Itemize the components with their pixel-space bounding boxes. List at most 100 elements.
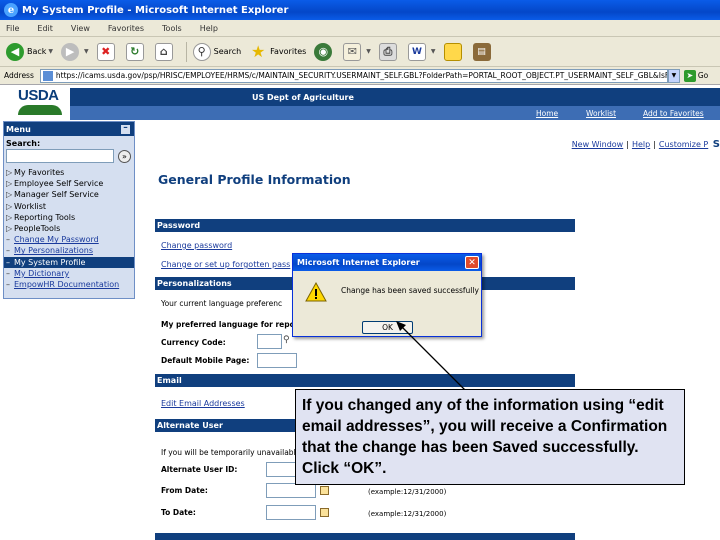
alternate-user-note: If you will be temporarily unavailable, — [161, 448, 303, 457]
go-label: Go — [697, 71, 709, 80]
expand-icon: ▷ — [6, 224, 13, 234]
menu-item-my-dictionary[interactable]: – My Dictionary — [4, 268, 134, 279]
collapse-icon[interactable]: – — [121, 123, 130, 134]
menu-item-label: Employee Self Service — [14, 179, 104, 189]
home-button[interactable]: ⌂ — [154, 42, 176, 61]
preferred-language-label: My preferred language for repo — [161, 320, 295, 329]
print-button[interactable]: ⎙ — [378, 42, 400, 61]
usda-logo: USDA — [18, 88, 62, 118]
menu-bar: File Edit View Favorites Tools Help — [0, 20, 720, 37]
dash-icon: – — [6, 268, 10, 278]
dialog-message: Change has been saved successfully — [341, 286, 479, 295]
email-section-header: Email — [155, 374, 575, 387]
worklist-link[interactable]: Worklist — [586, 109, 616, 118]
mobile-page-input[interactable] — [257, 353, 297, 368]
to-date-label: To Date: — [161, 508, 196, 517]
dash-icon: – — [6, 257, 10, 267]
new-window-link[interactable]: New Window — [572, 140, 624, 149]
dialog-title-bar: Microsoft Internet Explorer ✕ — [293, 254, 481, 271]
chevron-down-icon: ▼ — [48, 48, 54, 55]
change-password-link[interactable]: Change password — [161, 241, 232, 250]
mobile-page-label: Default Mobile Page: — [161, 356, 250, 365]
expand-icon: ▷ — [6, 168, 13, 177]
menu-item-empowhr-documentation[interactable]: – EmpowHR Documentation — [4, 279, 134, 290]
menu-item-label: My Dictionary — [14, 268, 70, 278]
ok-button[interactable]: OK — [362, 321, 413, 334]
calendar-icon[interactable] — [320, 486, 329, 495]
menu-item-my-system-profile[interactable]: – My System Profile — [4, 256, 134, 268]
edit-email-addresses-link[interactable]: Edit Email Addresses — [161, 399, 245, 408]
forward-button[interactable]: ▶ ▼ — [61, 42, 89, 61]
menu-view[interactable]: View — [71, 24, 90, 33]
forgotten-password-link[interactable]: Change or set up forgotten pass — [161, 260, 290, 269]
menu-item-my-personalizations[interactable]: – My Personalizations — [4, 245, 134, 256]
from-date-label: From Date: — [161, 486, 208, 495]
favorites-label: Favorites — [270, 47, 307, 56]
top-nav: New Window | Help | Customize P S — [572, 139, 720, 150]
menu-item-my-favorites[interactable]: ▷ My Favorites — [4, 167, 134, 178]
search-icon: ⚲ — [192, 42, 211, 61]
menu-item-reporting-tools[interactable]: ▷ Reporting Tools — [4, 212, 134, 223]
search-go-icon[interactable]: » — [118, 149, 131, 163]
edit-button[interactable]: W ▼ — [407, 42, 436, 61]
menu-tools[interactable]: Tools — [162, 24, 182, 33]
section-header-partial — [155, 533, 575, 540]
menu-item-manager-self-service[interactable]: ▷ Manager Self Service — [4, 189, 134, 200]
dash-icon: – — [6, 246, 10, 256]
from-date-input[interactable] — [266, 483, 316, 498]
header-links-band: Home Worklist Add to Favorites — [70, 106, 720, 120]
menu-help[interactable]: Help — [200, 24, 218, 33]
word-icon: W — [407, 42, 426, 61]
calendar-icon[interactable] — [320, 508, 329, 517]
menu-search: » — [6, 149, 134, 163]
currency-code-input[interactable] — [257, 334, 282, 349]
back-button[interactable]: ◀ Back ▼ — [6, 42, 54, 61]
home-link[interactable]: Home — [536, 109, 558, 118]
url-field[interactable]: https://icams.usda.gov/psp/HRISC/EMPLOYE… — [39, 68, 668, 83]
menu-edit[interactable]: Edit — [37, 24, 53, 33]
warning-icon — [305, 282, 327, 302]
menu-item-label: My Personalizations — [14, 246, 94, 256]
search-button[interactable]: ⚲ Search — [192, 42, 242, 61]
expand-icon: ▷ — [6, 190, 13, 200]
stop-icon: ✖ — [96, 42, 115, 61]
discuss-button[interactable] — [443, 42, 465, 61]
menu-favorites[interactable]: Favorites — [108, 24, 144, 33]
go-button[interactable]: ➤ Go — [683, 69, 709, 82]
mail-button[interactable]: ✉ ▼ — [343, 42, 371, 61]
to-date-input[interactable] — [266, 505, 316, 520]
menu-item-change-my-password[interactable]: – Change My Password — [4, 234, 134, 245]
help-link[interactable]: Help — [632, 140, 650, 149]
menu-item-worklist[interactable]: ▷ Worklist — [4, 201, 134, 212]
ie-logo-icon: e — [4, 3, 18, 17]
page-title: General Profile Information — [158, 172, 351, 187]
chevron-down-icon: ▼ — [430, 48, 436, 55]
menu-item-label: Change My Password — [14, 235, 99, 245]
dash-icon: – — [6, 235, 10, 245]
media-icon: ◉ — [314, 42, 333, 61]
stop-button[interactable]: ✖ — [96, 42, 118, 61]
home-icon: ⌂ — [154, 42, 173, 61]
customize-link[interactable]: Customize P — [659, 140, 708, 149]
search-label: Search — [213, 47, 242, 56]
url-dropdown-icon[interactable]: ▼ — [667, 68, 680, 83]
usda-logo-hill — [18, 105, 62, 115]
media-button[interactable]: ◉ — [314, 42, 335, 61]
menu-file[interactable]: File — [6, 24, 19, 33]
menu-item-peopletools[interactable]: ▷ PeopleTools — [4, 223, 134, 234]
research-button[interactable]: ▤ — [472, 42, 494, 61]
refresh-button[interactable]: ↻ — [125, 42, 147, 61]
toolbar: ◀ Back ▼ ▶ ▼ ✖ ↻ ⌂ ⚲ Search ★ Favorites … — [0, 37, 720, 67]
go-arrow-icon: ➤ — [683, 69, 696, 82]
add-favorites-link[interactable]: Add to Favorites — [643, 109, 704, 118]
chevron-down-icon: ▼ — [366, 48, 371, 55]
lookup-icon[interactable]: ⚲ — [283, 335, 290, 345]
menu-item-label: My Favorites — [14, 168, 65, 177]
menu-search-input[interactable] — [6, 149, 114, 163]
to-date-example: (example:12/31/2000) — [368, 510, 447, 518]
menu-item-employee-self-service[interactable]: ▷ Employee Self Service — [4, 178, 134, 189]
alt-user-id-input[interactable] — [266, 462, 296, 477]
close-icon[interactable]: ✕ — [465, 256, 479, 269]
current-language-text: Your current language preferenc — [161, 299, 283, 308]
favorites-button[interactable]: ★ Favorites — [249, 42, 307, 61]
